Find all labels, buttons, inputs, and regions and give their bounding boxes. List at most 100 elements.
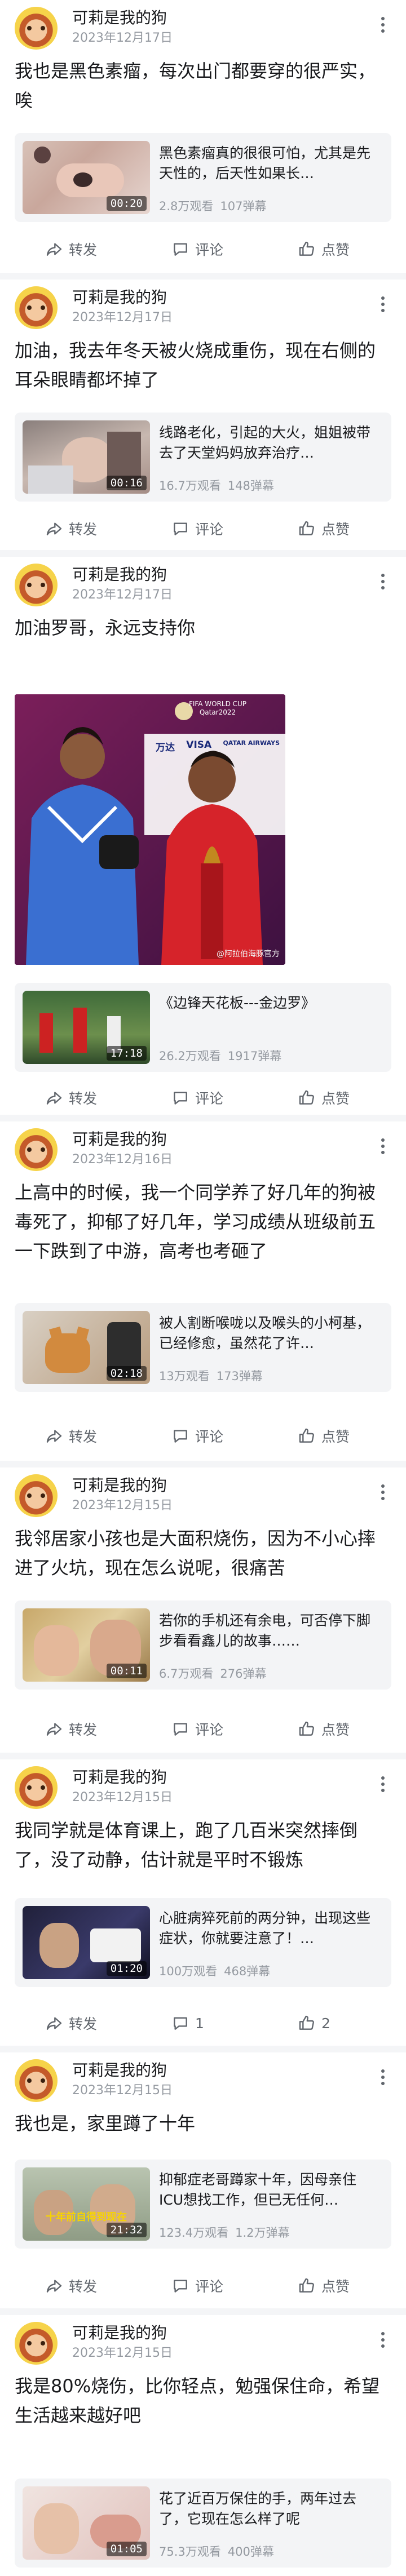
comment-button[interactable]: 评论: [171, 512, 223, 546]
post-date: 2023年12月15日: [72, 1790, 173, 1804]
username[interactable]: 可莉是我的狗: [72, 2060, 167, 2081]
like-button[interactable]: 点赞: [298, 512, 350, 546]
thumbs-up-icon: [299, 521, 314, 535]
video-title: 《边锋天花板---金边罗》: [159, 995, 316, 1011]
forward-label: 转发: [69, 242, 98, 258]
comment-text: 上高中的时候，我一个同学养了好几年的狗被毒死了，抑郁了好几年，学习成绩从班级前五…: [15, 1182, 376, 1262]
username[interactable]: 可莉是我的狗: [72, 1475, 167, 1496]
video-title: 被人割断喉咙以及喉头的小柯基，已经修愈，虽然花了许…: [159, 1315, 371, 1351]
video-thumbnail: 17:18: [23, 991, 150, 1064]
comment-button[interactable]: 评论: [171, 2269, 223, 2303]
forward-button[interactable]: 转发: [45, 1712, 97, 1746]
video-title: 花了近百万保住的手，两年过去了，它现在怎么样了呢: [159, 2490, 357, 2527]
like-button[interactable]: 点赞: [298, 2269, 350, 2303]
avatar[interactable]: [15, 286, 58, 329]
video-duration: 00:11: [106, 1664, 147, 1678]
video-thumbnail: 00:16: [23, 420, 150, 494]
photo-watermark: @阿拉伯海豚官方: [217, 950, 280, 959]
view-count: 13万观看: [159, 1369, 210, 1383]
video-duration: 00:16: [106, 476, 147, 490]
forward-button[interactable]: 转发: [45, 512, 97, 546]
username[interactable]: 可莉是我的狗: [72, 8, 167, 28]
like-button[interactable]: 点赞: [298, 1081, 350, 1115]
comment-label: 评论: [195, 2278, 224, 2295]
more-options-icon[interactable]: [374, 2066, 391, 2089]
thumbs-up-icon: [299, 1428, 314, 1443]
more-options-icon[interactable]: [374, 570, 391, 593]
comment-icon: [174, 1723, 187, 1736]
forward-button[interactable]: 转发: [45, 1081, 97, 1115]
video-thumbnail: 01:05: [23, 2486, 150, 2560]
forward-button[interactable]: 转发: [45, 2269, 97, 2303]
video-thumbnail: 01:20: [23, 1906, 150, 1979]
comment-icon: [174, 243, 187, 256]
username[interactable]: 可莉是我的狗: [72, 2323, 167, 2343]
action-bar: 转发 评论 点赞: [0, 2269, 406, 2303]
comment-button[interactable]: 评论: [171, 1712, 223, 1746]
forward-button[interactable]: 转发: [45, 232, 97, 266]
comment-label: 评论: [195, 521, 224, 538]
username[interactable]: 可莉是我的狗: [72, 287, 167, 308]
like-button[interactable]: 2: [298, 2006, 330, 2040]
comment-button[interactable]: 评论: [171, 232, 223, 266]
danmaku-count: 1.2万弹幕: [235, 2226, 290, 2240]
action-bar: 转发 评论 点赞: [0, 1081, 406, 1115]
avatar[interactable]: [15, 564, 58, 606]
video-card[interactable]: 00:11 若你的手机还有余电，可否停下脚步看看鑫儿的故事…… 6.7万观看 27…: [15, 1600, 391, 1690]
forward-label: 转发: [69, 1722, 98, 1738]
video-card[interactable]: 00:16 线路老化，引起的大火，姐姐被带去了天堂妈妈放弃治疗… 16.7万观看…: [15, 413, 391, 502]
more-options-icon[interactable]: [374, 1135, 391, 1158]
comment-button[interactable]: 1: [171, 2006, 204, 2040]
video-card[interactable]: 02:18 被人割断喉咙以及喉头的小柯基，已经修愈，虽然花了许… 13万观看 17…: [15, 1303, 391, 1392]
username[interactable]: 可莉是我的狗: [72, 1129, 167, 1150]
avatar[interactable]: [15, 2322, 58, 2365]
username[interactable]: 可莉是我的狗: [72, 1767, 167, 1788]
comment-icon: [174, 2280, 187, 2293]
like-button[interactable]: 点赞: [298, 1419, 350, 1453]
comment-icon: [174, 1430, 187, 1443]
forward-button[interactable]: 转发: [45, 1419, 97, 1453]
comment-text: 我是80%烧伤，比你轻点，勉强保住命，希望生活越来越好吧: [15, 2375, 380, 2426]
more-options-icon[interactable]: [374, 14, 391, 36]
avatar[interactable]: [15, 2059, 58, 2102]
comment-button[interactable]: 评论: [171, 1081, 223, 1115]
view-count: 16.7万观看: [159, 479, 221, 493]
avatar[interactable]: [15, 7, 58, 50]
danmaku-count: 276弹幕: [220, 1667, 267, 1681]
feed-card: 可莉是我的狗 2023年12月15日 我邻居家小孩也是大面积烧伤，因为不小心摔进…: [0, 1467, 406, 1753]
video-card[interactable]: 17:18 《边锋天花板---金边罗》 26.2万观看 1917弹幕: [15, 983, 391, 1072]
badge-subtitle: Qatar2022: [199, 708, 236, 716]
more-options-icon[interactable]: [374, 2329, 391, 2351]
forward-icon: [46, 2017, 62, 2030]
more-options-icon[interactable]: [374, 1481, 391, 1504]
more-options-icon[interactable]: [374, 293, 391, 316]
forward-label: 转发: [69, 521, 98, 538]
username[interactable]: 可莉是我的狗: [72, 565, 167, 585]
avatar[interactable]: [15, 1766, 58, 1809]
danmaku-count: 1917弹幕: [227, 1049, 282, 1063]
more-options-icon[interactable]: [374, 1773, 391, 1795]
video-card[interactable]: 01:05 花了近百万保住的手，两年过去了，它现在怎么样了呢 75.3万观看 40…: [15, 2479, 391, 2568]
feed-card: 可莉是我的狗 2023年12月17日 加油罗哥，永远支持你 FIFA WORLD…: [0, 557, 406, 1115]
danmaku-count: 468弹幕: [224, 1965, 271, 1978]
attached-photo[interactable]: FIFA WORLD CUP Qatar2022 万达 VISA QATAR A…: [15, 694, 285, 965]
video-card[interactable]: 00:20 黑色素瘤真的很很可怕，尤其是先天性的，后天性如果长… 2.8万观看 1…: [15, 133, 391, 222]
video-card[interactable]: 十年前自得到现在 21:32 抑郁症老哥蹲家十年，因母亲住ICU想找工作，但已无…: [15, 2160, 391, 2249]
forward-button[interactable]: 转发: [45, 2006, 97, 2040]
view-count: 75.3万观看: [159, 2545, 221, 2559]
comment-button[interactable]: 评论: [171, 1419, 223, 1453]
like-button[interactable]: 点赞: [298, 232, 350, 266]
video-duration: 17:18: [106, 1046, 147, 1061]
video-title: 若你的手机还有余电，可否停下脚步看看鑫儿的故事……: [159, 1612, 371, 1649]
post-date: 2023年12月15日: [72, 2346, 173, 2360]
like-button[interactable]: 点赞: [298, 1712, 350, 1746]
video-card[interactable]: 01:20 心脏病猝死前的两分钟，出现这些症状，你就要注意了！… 100万观看 4…: [15, 1898, 391, 1987]
thumbnail-caption: 十年前自得到现在: [46, 2211, 127, 2223]
avatar[interactable]: [15, 1474, 58, 1517]
video-stats: 123.4万观看 1.2万弹幕: [159, 2225, 290, 2241]
avatar[interactable]: [15, 1128, 58, 1171]
post-date: 2023年12月15日: [72, 2083, 173, 2098]
video-duration: 02:18: [106, 1366, 147, 1381]
players-photo: [15, 694, 285, 965]
danmaku-count: 400弹幕: [227, 2545, 274, 2559]
